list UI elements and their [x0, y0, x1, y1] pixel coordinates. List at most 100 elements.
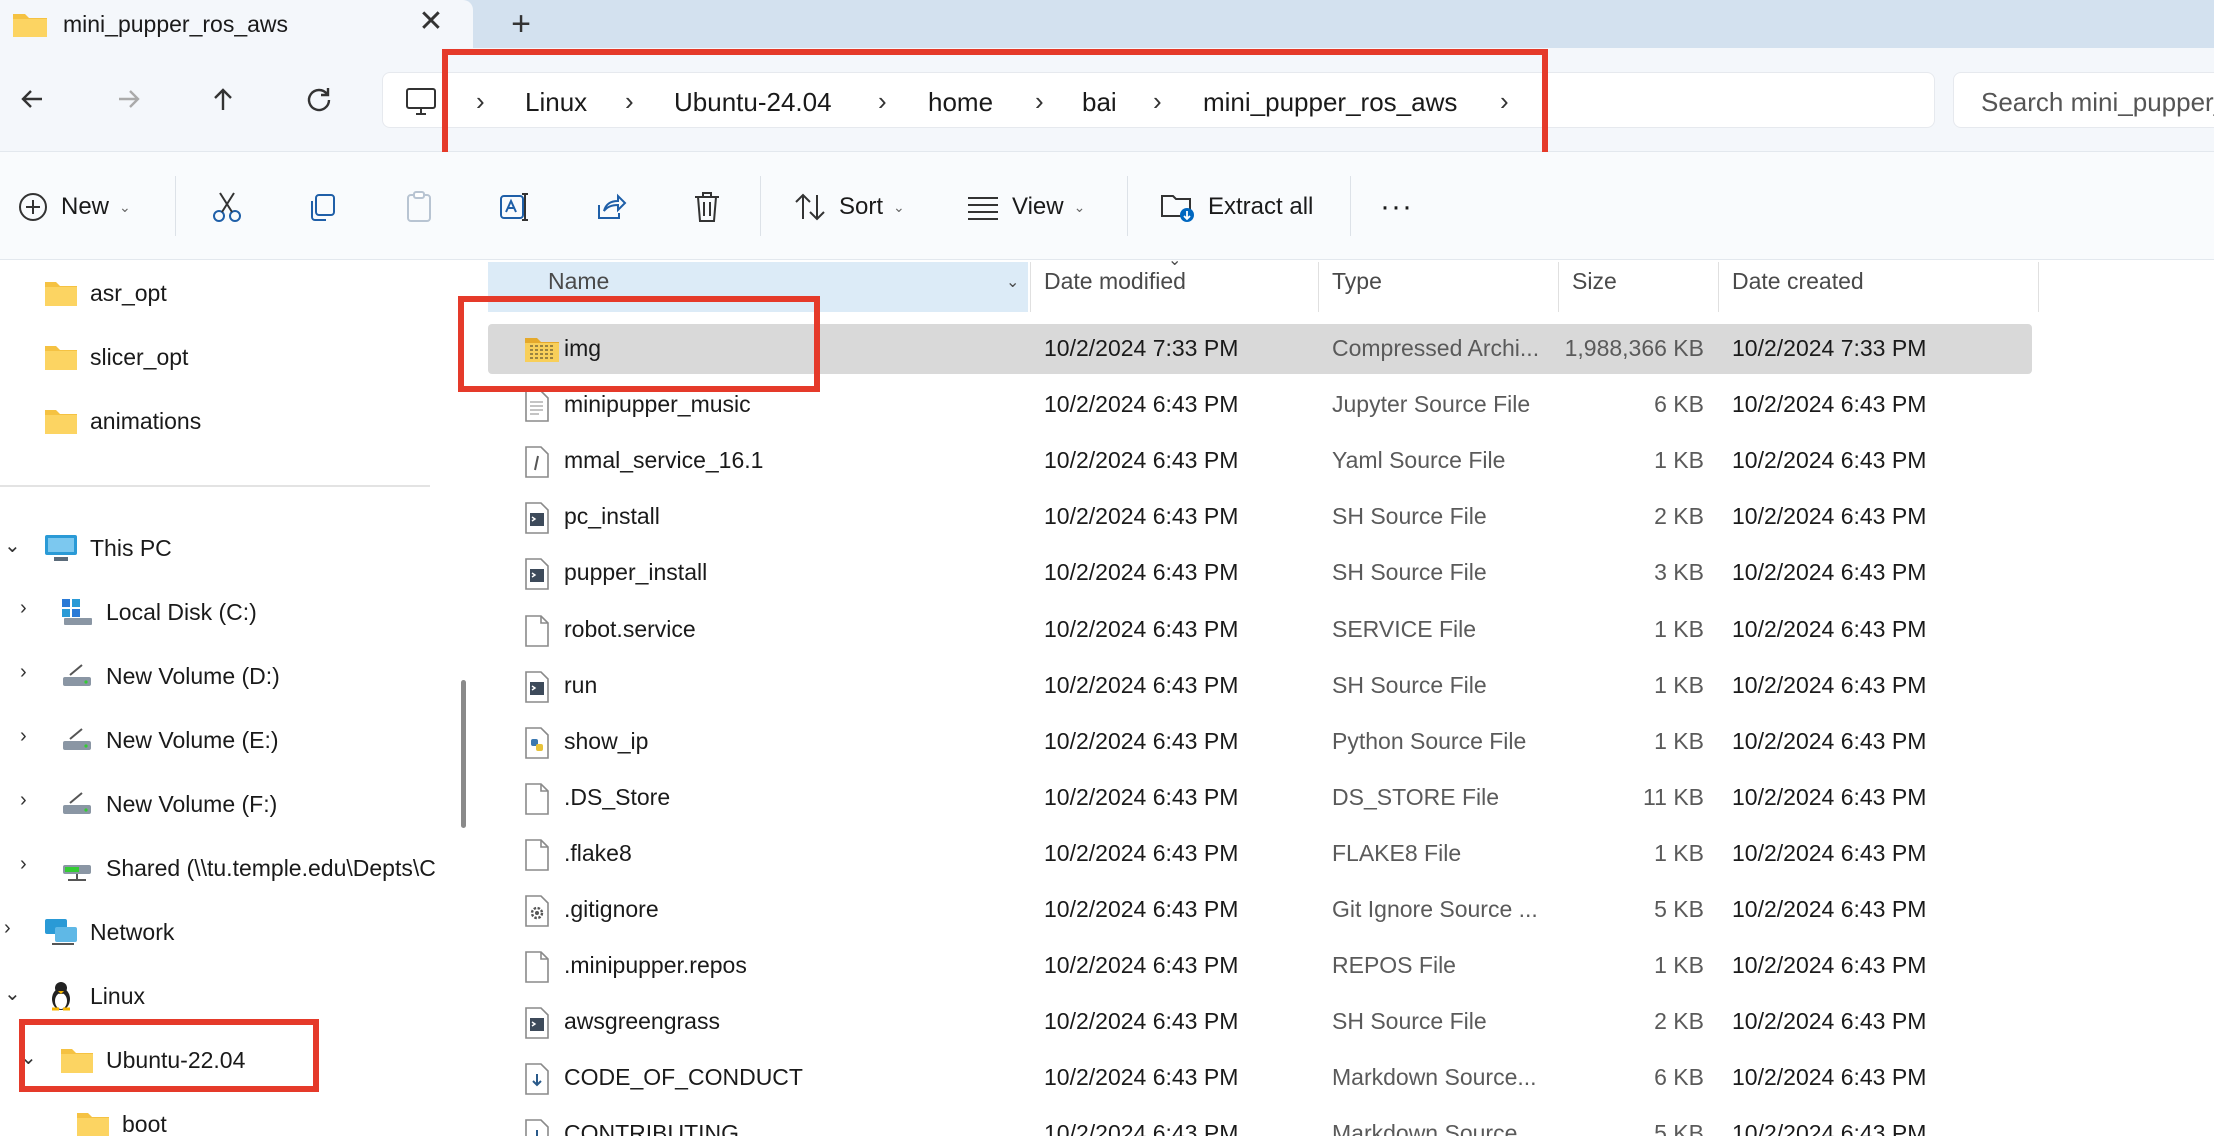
up-button[interactable]: [202, 78, 244, 120]
trash-icon: [695, 192, 719, 222]
sidebar-label: Network: [90, 918, 175, 945]
file-modified-cell: 10/2/2024 6:43 PM: [1044, 727, 1239, 754]
chevron-down-icon[interactable]: ⌄: [4, 981, 21, 1006]
file-type-cell: SH Source File: [1332, 559, 1487, 586]
more-icon: ···: [1380, 190, 1413, 223]
blank-file-icon: [524, 614, 550, 652]
sidebar-item-local-disk-c[interactable]: Local Disk (C:): [60, 587, 257, 637]
yaml-file-icon: [524, 446, 550, 483]
sidebar-item-shared-drive[interactable]: Shared (\\tu.temple.edu\Depts\C: [60, 843, 448, 893]
file-size-cell: 2 KB: [1654, 1008, 1704, 1035]
file-row[interactable]: robot.service 10/2/2024 6:43 PM SERVICE Fi…: [488, 605, 2032, 655]
chevron-down-icon[interactable]: ⌄: [1006, 272, 1019, 312]
column-header-date-created[interactable]: Date created: [1732, 268, 1864, 308]
sidebar-label: New Volume (E:): [106, 726, 279, 753]
back-button[interactable]: [11, 78, 53, 120]
sidebar-scrollbar[interactable]: [461, 680, 466, 828]
cut-button[interactable]: [210, 182, 244, 232]
sidebar-item-volume-f[interactable]: New Volume (F:): [60, 779, 277, 829]
sidebar-item-volume-d[interactable]: New Volume (D:): [60, 651, 280, 701]
divider: [760, 176, 761, 236]
file-row[interactable]: run 10/2/2024 6:43 PM SH Source File 1 KB 10…: [488, 661, 2032, 711]
sort-label: Sort: [839, 193, 884, 220]
search-input[interactable]: Search mini_pupper_ros_aws: [1953, 72, 2214, 128]
chevron-right-icon[interactable]: ›: [20, 853, 27, 876]
file-size-cell: 1 KB: [1654, 447, 1704, 474]
sidebar-label: This PC: [90, 534, 172, 561]
view-button[interactable]: View ⌄: [966, 182, 1085, 232]
file-modified-cell: 10/2/2024 6:43 PM: [1044, 503, 1239, 530]
file-type-cell: SH Source File: [1332, 671, 1487, 698]
refresh-button[interactable]: [298, 78, 340, 120]
close-icon[interactable]: ✕: [415, 6, 447, 38]
sidebar-item-animations[interactable]: animations: [44, 396, 201, 446]
extract-all-button[interactable]: Extract all: [1160, 182, 1313, 232]
file-name-cell: robot.service: [564, 615, 696, 642]
file-row[interactable]: .minipupper.repos 10/2/2024 6:43 PM REPOS …: [488, 941, 2032, 991]
file-type-cell: REPOS File: [1332, 952, 1456, 979]
drive-icon: [63, 792, 91, 814]
chevron-down-icon[interactable]: ⌄: [4, 533, 21, 558]
chevron-right-icon[interactable]: ›: [20, 725, 27, 748]
file-row[interactable]: mmal_service_16.1 10/2/2024 6:43 PM Yaml S…: [488, 436, 2032, 486]
sidebar-item-this-pc[interactable]: This PC: [44, 523, 172, 573]
delete-button[interactable]: [691, 182, 723, 232]
list-view-icon: [968, 197, 998, 220]
navigation-pane: asr_opt slicer_opt animations ⌄ This PC …: [0, 260, 466, 1136]
file-modified-cell: 10/2/2024 6:43 PM: [1044, 559, 1239, 586]
sidebar-item-network[interactable]: Network: [44, 907, 174, 957]
script-file-icon: [524, 1007, 550, 1044]
file-row[interactable]: CODE_OF_CONDUCT 10/2/2024 6:43 PM Markdown…: [488, 1053, 2032, 1103]
sidebar-item-slicer-opt[interactable]: slicer_opt: [44, 332, 188, 382]
command-bar: New ⌄ Sort ⌄ View ⌄ Extract all ···: [0, 152, 2214, 260]
new-tab-button[interactable]: +: [501, 4, 541, 44]
file-created-cell: 10/2/2024 6:43 PM: [1732, 727, 1927, 754]
file-created-cell: 10/2/2024 6:43 PM: [1732, 615, 1927, 642]
file-type-cell: FLAKE8 File: [1332, 839, 1462, 866]
tab-title: mini_pupper_ros_aws: [63, 11, 289, 37]
file-row[interactable]: pc_install 10/2/2024 6:43 PM SH Source Fil…: [488, 492, 2032, 542]
column-header-size[interactable]: Size: [1572, 268, 1617, 308]
file-row[interactable]: .flake8 10/2/2024 6:43 PM FLAKE8 File 1 KB 1…: [488, 829, 2032, 879]
rename-button[interactable]: [498, 182, 532, 232]
chevron-right-icon[interactable]: ›: [20, 661, 27, 684]
linux-penguin-icon: [52, 982, 70, 1011]
file-name-cell: run: [564, 671, 598, 698]
sort-button[interactable]: Sort ⌄: [793, 182, 905, 232]
file-row[interactable]: pupper_install 10/2/2024 6:43 PM SH Source…: [488, 548, 2032, 598]
chevron-right-icon[interactable]: ›: [4, 917, 11, 940]
column-header-type[interactable]: Type: [1332, 268, 1382, 308]
file-size-cell: 3 KB: [1654, 559, 1704, 586]
file-created-cell: 10/2/2024 6:43 PM: [1732, 839, 1927, 866]
sidebar-item-asr-opt[interactable]: asr_opt: [44, 268, 167, 318]
file-size-cell: 6 KB: [1654, 1064, 1704, 1091]
new-button[interactable]: New ⌄: [17, 182, 131, 232]
file-type-cell: Jupyter Source File: [1332, 391, 1531, 418]
chevron-right-icon[interactable]: ›: [20, 597, 27, 620]
file-row[interactable]: show_ip 10/2/2024 6:43 PM Python Source Fi…: [488, 717, 2032, 767]
sidebar-item-boot[interactable]: boot: [76, 1099, 167, 1136]
file-row[interactable]: .DS_Store 10/2/2024 6:43 PM DS_STORE File 1…: [488, 773, 2032, 823]
copy-button[interactable]: [306, 182, 338, 232]
chevron-right-icon[interactable]: ›: [20, 789, 27, 812]
markdown-file-icon: [524, 1063, 550, 1100]
sidebar-item-linux[interactable]: Linux: [44, 971, 145, 1021]
tab-mini-pupper[interactable]: mini_pupper_ros_aws ✕: [0, 0, 473, 48]
file-modified-cell: 10/2/2024 6:43 PM: [1044, 1120, 1239, 1136]
sidebar-item-volume-e[interactable]: New Volume (E:): [60, 715, 279, 765]
file-row[interactable]: awsgreengrass 10/2/2024 6:43 PM SH Source …: [488, 997, 2032, 1047]
share-button[interactable]: [594, 182, 628, 232]
column-header-date-modified[interactable]: Date modified: [1044, 268, 1186, 308]
file-name-cell: CODE_OF_CONDUCT: [564, 1064, 803, 1091]
more-options-button[interactable]: ···: [1380, 182, 1413, 232]
file-modified-cell: 10/2/2024 6:43 PM: [1044, 896, 1239, 922]
computer-icon: [45, 535, 77, 561]
forward-button[interactable]: [108, 78, 150, 120]
sidebar-label: New Volume (D:): [106, 662, 280, 689]
file-row[interactable]: .gitignore 10/2/2024 6:43 PM Git Ignore So…: [488, 885, 2032, 935]
file-row[interactable]: CONTRIBUTING 10/2/2024 6:43 PM Markdown So…: [488, 1109, 2032, 1136]
paste-button[interactable]: [403, 182, 435, 232]
file-created-cell: 10/2/2024 7:33 PM: [1732, 335, 1927, 361]
sidebar-label: Local Disk (C:): [106, 598, 257, 625]
sidebar-label: Linux: [90, 982, 145, 1009]
